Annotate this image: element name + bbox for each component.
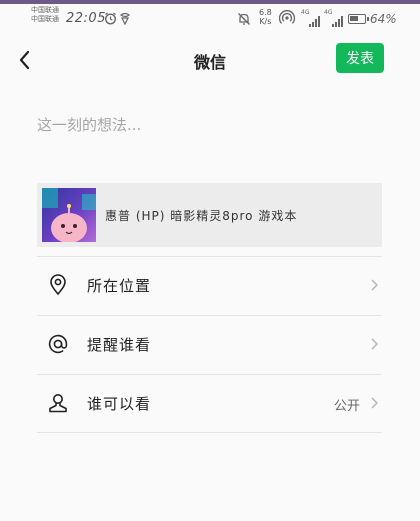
divider [37, 315, 382, 316]
chevron-right-icon [371, 338, 379, 350]
mute-icon [238, 13, 250, 25]
divider [37, 374, 382, 375]
option-label: 谁可以看 [87, 395, 152, 413]
signal-icon: 4G [301, 9, 323, 27]
shared-item-card[interactable]: 惠普 (HP) 暗影精灵8pro 游戏本 [37, 183, 382, 247]
network-type-1: 4G [301, 9, 310, 16]
network-type-2: 4G [324, 9, 333, 16]
option-mention[interactable]: 提醒谁看 [37, 315, 382, 372]
alarm-icon [104, 12, 117, 25]
at-mention-icon [48, 334, 68, 354]
net-speed-unit: K/s [259, 17, 272, 26]
shared-item-title: 惠普 (HP) 暗影精灵8pro 游戏本 [105, 209, 298, 223]
chevron-right-icon [371, 279, 379, 291]
carrier-2: 中国联通 [31, 15, 59, 23]
shared-item-thumbnail [42, 188, 96, 242]
option-visibility[interactable]: 谁可以看 公开 [37, 374, 382, 431]
thumbnail-image [42, 188, 96, 242]
net-speed-value: 6.8 [259, 8, 272, 17]
option-label: 提醒谁看 [87, 336, 152, 354]
publish-button[interactable]: 发表 [336, 43, 384, 73]
carrier-labels: 中国联通 中国联通 [31, 6, 59, 24]
chevron-right-icon [371, 397, 379, 409]
option-location[interactable]: 所在位置 [37, 256, 382, 313]
option-value: 公开 [333, 399, 360, 414]
notification-icon [119, 12, 131, 25]
status-bar: 中国联通 中国联通 22:05 6.8 K/s 4G 4G 64% [0, 4, 420, 34]
location-pin-icon [50, 274, 66, 296]
person-icon [49, 394, 67, 413]
hotspot-icon [279, 10, 295, 24]
option-label: 所在位置 [87, 277, 152, 295]
signal-icon: 4G [324, 9, 346, 27]
battery-percent: 64% [370, 12, 397, 26]
divider [37, 432, 382, 433]
net-speed: 6.8 K/s [259, 8, 272, 26]
status-time: 22:05 [66, 11, 106, 26]
carrier-1: 中国联通 [31, 6, 59, 14]
divider [37, 256, 382, 257]
battery-icon [348, 14, 369, 24]
thought-input[interactable] [37, 110, 377, 140]
